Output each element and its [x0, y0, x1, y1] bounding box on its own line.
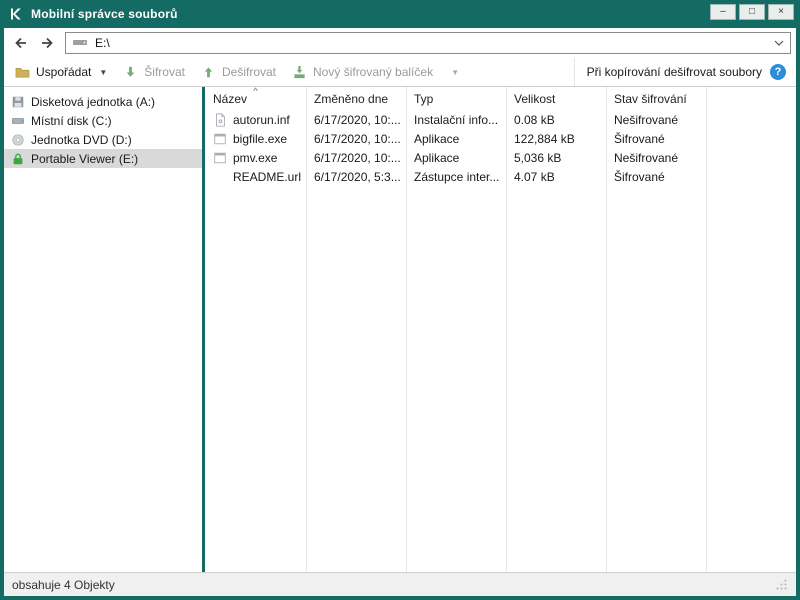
- column-header-size[interactable]: Velikost: [506, 87, 606, 110]
- table-header: ^ Název Změněno dne Typ Velikost Stav ši…: [205, 87, 796, 110]
- status-bar: obsahuje 4 Objekty: [4, 572, 796, 596]
- sidebar-item-drive-d[interactable]: Jednotka DVD (D:): [4, 130, 202, 149]
- chevron-down-icon: ▼: [451, 67, 459, 77]
- window-controls: – □ ×: [710, 4, 794, 20]
- new-encrypted-package-button[interactable]: Nový šifrovaný balíček: [285, 62, 440, 83]
- decrypt-arrow-up-icon: [204, 66, 213, 77]
- column-header-encryption-status[interactable]: Stav šifrování: [606, 87, 706, 110]
- file-icon-placeholder: [213, 170, 227, 184]
- encrypt-button[interactable]: Šifrovat: [116, 62, 192, 83]
- drives-sidebar: Disketová jednotka (A:) Místní disk (C:)…: [4, 87, 202, 572]
- sidebar-item-drive-c[interactable]: Místní disk (C:): [4, 111, 202, 130]
- column-header-type[interactable]: Typ: [406, 87, 506, 110]
- table-row[interactable]: pmv.exe 6/17/2020, 10:... Aplikace 5,036…: [205, 148, 796, 167]
- chevron-down-icon: ▼: [99, 67, 108, 77]
- organize-button[interactable]: Uspořádat ▼: [8, 62, 114, 83]
- minimize-button[interactable]: –: [710, 4, 736, 20]
- address-text: E:\: [95, 36, 110, 50]
- folder-icon: [15, 67, 30, 77]
- column-divider[interactable]: [606, 87, 607, 572]
- application-icon: [213, 151, 227, 165]
- application-icon: [213, 132, 227, 146]
- toolbar: Uspořádat ▼ Šifrovat Dešifrovat Nový šif…: [4, 58, 796, 87]
- sidebar-item-drive-a[interactable]: Disketová jednotka (A:): [4, 92, 202, 111]
- resize-grip-icon[interactable]: [775, 578, 788, 591]
- decrypt-button[interactable]: Dešifrovat: [194, 62, 283, 83]
- column-header-name[interactable]: ^ Název: [205, 87, 306, 110]
- sort-ascending-icon: ^: [253, 87, 258, 96]
- main-area: Disketová jednotka (A:) Místní disk (C:)…: [4, 87, 796, 572]
- drive-icon: [72, 34, 88, 53]
- window-title: Mobilní správce souborů: [31, 7, 178, 21]
- maximize-button[interactable]: □: [739, 4, 765, 20]
- file-list-area: ^ Název Změněno dne Typ Velikost Stav ši…: [205, 87, 796, 572]
- titlebar: Mobilní správce souborů – □ ×: [0, 0, 800, 28]
- copy-decrypt-label: Při kopírování dešifrovat soubory: [586, 65, 762, 79]
- kaspersky-logo-icon: [8, 6, 24, 22]
- toolbar-right-group: Při kopírování dešifrovat soubory ?: [573, 58, 792, 86]
- address-bar[interactable]: E:\: [65, 32, 791, 54]
- chevron-down-icon[interactable]: [774, 40, 784, 46]
- back-button[interactable]: [9, 32, 33, 54]
- table-row[interactable]: README.url 6/17/2020, 5:3... Zástupce in…: [205, 167, 796, 186]
- more-actions-dropdown[interactable]: ▼: [442, 65, 466, 80]
- column-divider[interactable]: [506, 87, 507, 572]
- dvd-icon: [12, 133, 24, 146]
- help-info-icon[interactable]: ?: [770, 64, 786, 80]
- navigation-bar: E:\: [4, 28, 796, 58]
- window-body: E:\ Uspořádat ▼ Šifrovat Dešifrovat Nový…: [4, 28, 796, 596]
- hdd-icon: [12, 117, 24, 124]
- setup-info-icon: [213, 112, 227, 127]
- column-divider[interactable]: [306, 87, 307, 572]
- close-button[interactable]: ×: [768, 4, 794, 20]
- table-row[interactable]: autorun.inf 6/17/2020, 10:... Instalační…: [205, 110, 796, 129]
- status-text: obsahuje 4 Objekty: [12, 577, 115, 592]
- app-window: Mobilní správce souborů – □ × E:\ Uspořá…: [0, 0, 800, 600]
- encrypt-arrow-down-icon: [127, 66, 135, 77]
- package-arrow-icon: [294, 65, 305, 78]
- floppy-icon: [12, 96, 24, 107]
- table-row[interactable]: bigfile.exe 6/17/2020, 10:... Aplikace 1…: [205, 129, 796, 148]
- column-divider[interactable]: [706, 87, 707, 572]
- column-header-modified[interactable]: Změněno dne: [306, 87, 406, 110]
- sidebar-item-drive-e[interactable]: Portable Viewer (E:): [4, 149, 202, 168]
- lock-icon: [13, 153, 23, 164]
- forward-button[interactable]: [35, 32, 59, 54]
- column-divider[interactable]: [406, 87, 407, 572]
